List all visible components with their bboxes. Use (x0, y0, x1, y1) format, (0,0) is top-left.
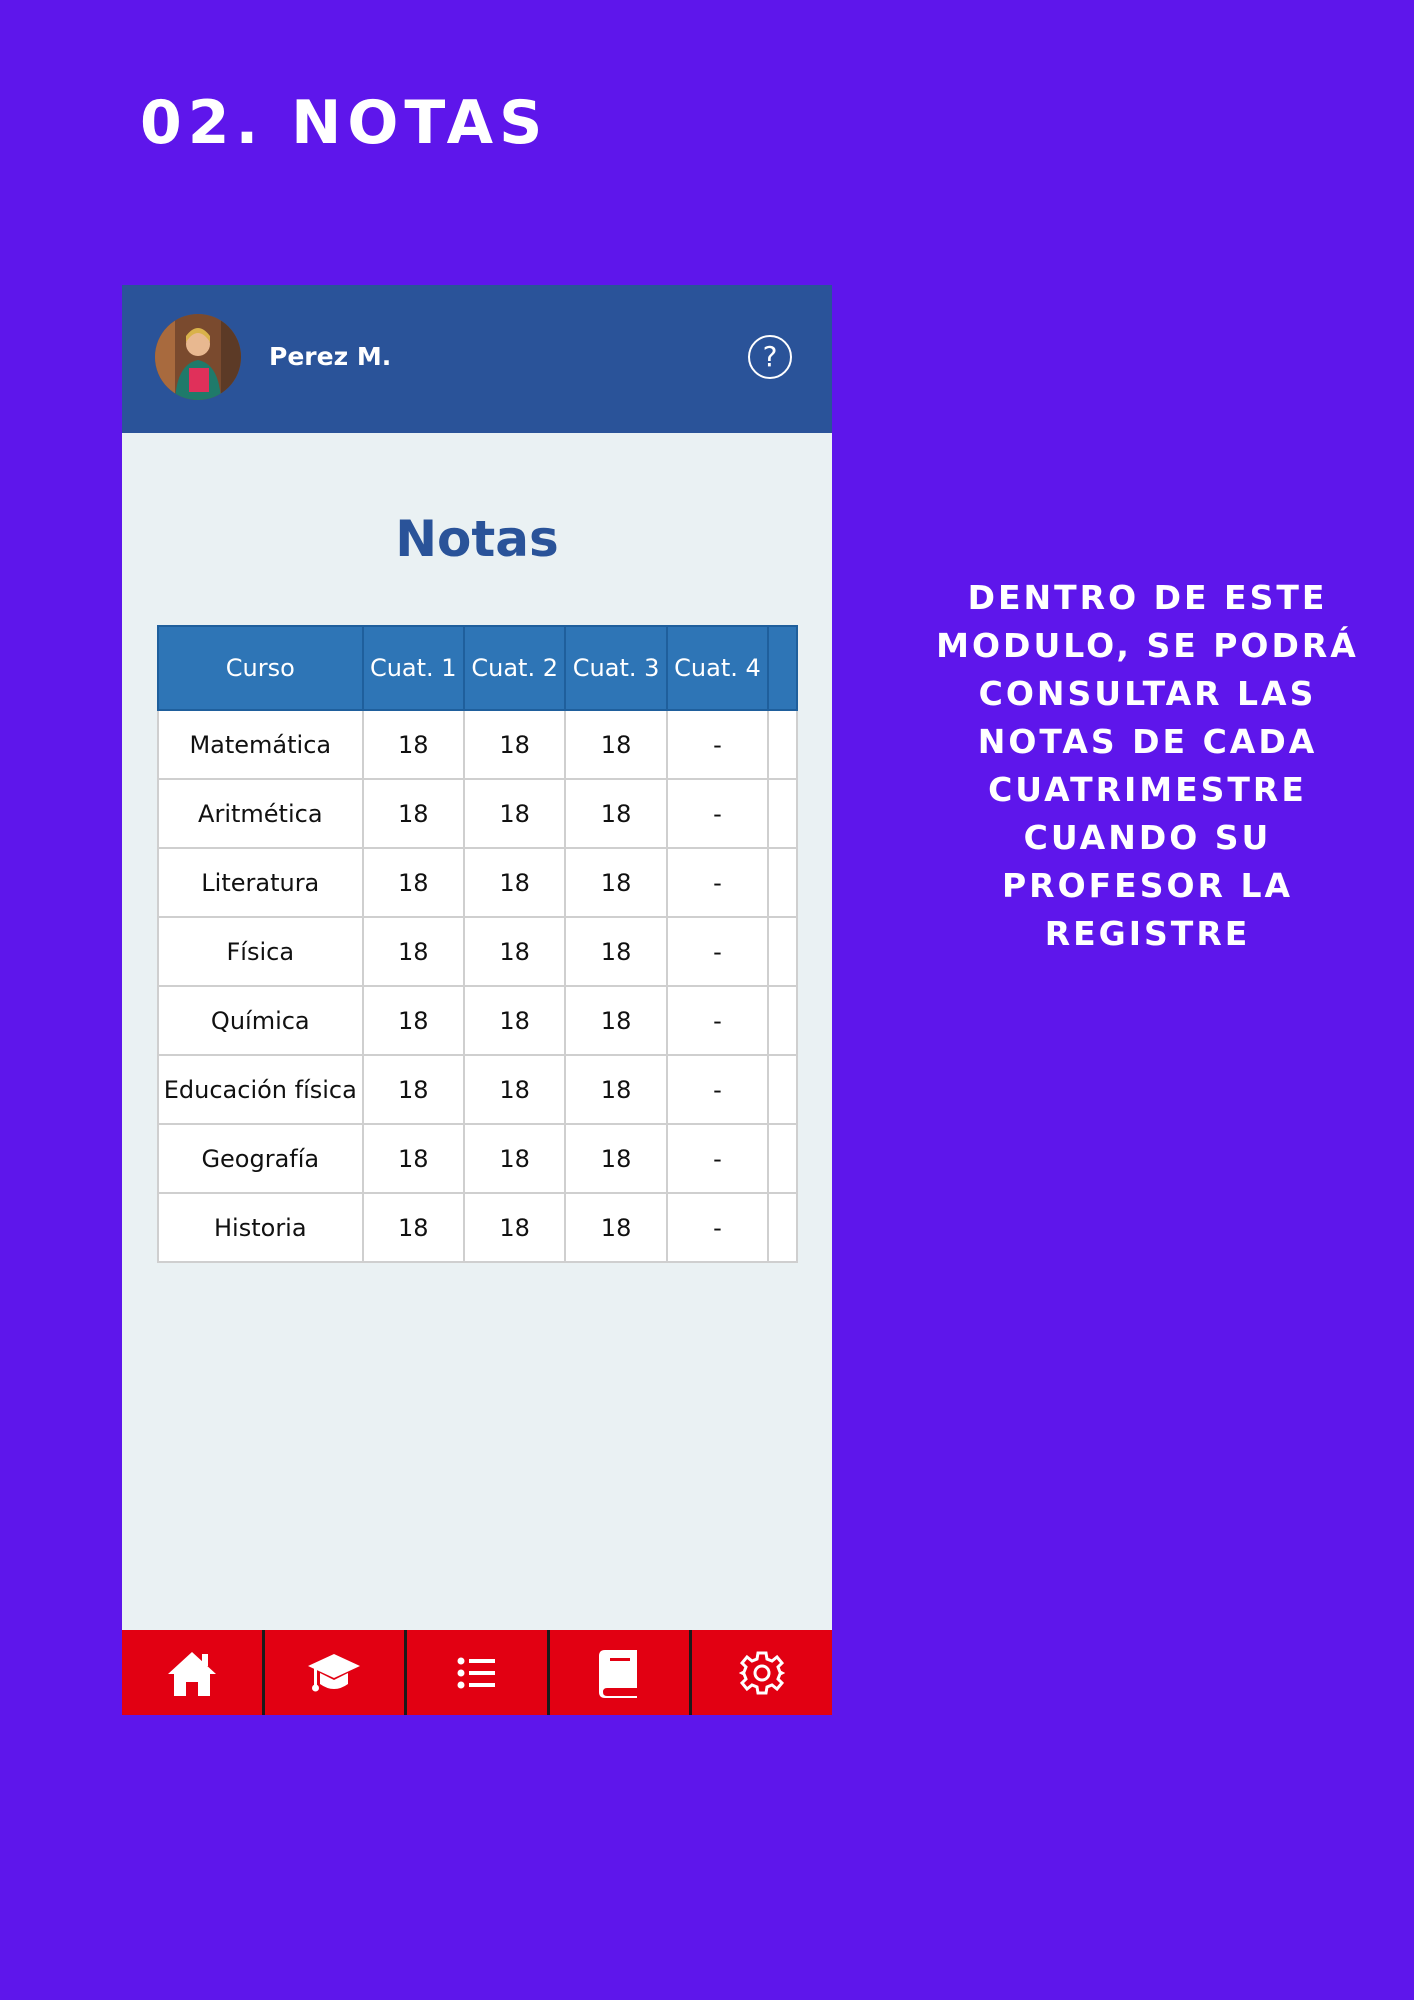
table-row: Física 18 18 18 - (157, 916, 798, 987)
grade-cell: 18 (462, 709, 567, 780)
table-row: Educación física 18 18 18 - (157, 1054, 798, 1125)
grade-cell: 18 (462, 1123, 567, 1194)
overflow-cell (767, 778, 798, 849)
course-cell: Historia (157, 1192, 364, 1263)
course-cell: Física (157, 916, 364, 987)
grade-cell: 18 (462, 916, 567, 987)
help-circle-icon[interactable]: ? (748, 335, 792, 379)
column-header-overflow (767, 625, 798, 711)
table-header-row: Curso Cuat. 1 Cuat. 2 Cuat. 3 Cuat. 4 (157, 625, 798, 711)
nav-home[interactable] (122, 1630, 262, 1715)
grade-cell: 18 (361, 1192, 465, 1263)
list-icon (457, 1657, 495, 1688)
grade-cell: 18 (564, 709, 668, 780)
grade-cell: 18 (361, 778, 465, 849)
overflow-cell (767, 847, 798, 918)
grade-cell: 18 (462, 985, 567, 1056)
overflow-cell (767, 1123, 798, 1194)
grade-cell: 18 (462, 1192, 567, 1263)
nav-courses[interactable] (264, 1630, 405, 1715)
overflow-cell (767, 985, 798, 1056)
page-title: Notas (395, 510, 559, 568)
column-header-q3: Cuat. 3 (564, 625, 668, 711)
grade-cell: - (665, 1054, 770, 1125)
course-cell: Matemática (157, 709, 364, 780)
overflow-cell (767, 709, 798, 780)
phone-screen: Perez M. ? Notas Curso Cuat. 1 Cuat. 2 C… (122, 285, 832, 1715)
avatar-photo (155, 314, 241, 400)
grade-cell: - (665, 778, 770, 849)
column-header-q2: Cuat. 2 (462, 625, 567, 711)
grade-cell: 18 (361, 847, 465, 918)
bottom-nav (122, 1630, 832, 1715)
grade-cell: 18 (361, 1123, 465, 1194)
course-cell: Aritmética (157, 778, 364, 849)
nav-book[interactable] (549, 1630, 690, 1715)
grades-table: Curso Cuat. 1 Cuat. 2 Cuat. 3 Cuat. 4 Ma… (157, 625, 798, 1263)
grade-cell: - (665, 709, 770, 780)
column-header-q4: Cuat. 4 (665, 625, 770, 711)
course-cell: Literatura (157, 847, 364, 918)
table-row: Geografía 18 18 18 - (157, 1123, 798, 1194)
gear-icon (739, 1651, 786, 1694)
column-header-q1: Cuat. 1 (361, 625, 465, 711)
grade-cell: - (665, 985, 770, 1056)
overflow-cell (767, 1054, 798, 1125)
grade-cell: 18 (564, 847, 668, 918)
user-name: Perez M. (269, 342, 392, 371)
course-cell: Geografía (157, 1123, 364, 1194)
grade-cell: - (665, 1192, 770, 1263)
book-icon (598, 1649, 637, 1698)
grade-cell: 18 (564, 1054, 668, 1125)
grade-cell: 18 (564, 916, 668, 987)
course-cell: Educación física (157, 1054, 364, 1125)
grade-cell: 18 (361, 709, 465, 780)
slide-title: 02. NOTAS (140, 88, 549, 158)
graduation-cap-icon (308, 1653, 361, 1691)
table-row: Aritmética 18 18 18 - (157, 778, 798, 849)
app-header: Perez M. ? (122, 285, 832, 433)
table-row: Matemática 18 18 18 - (157, 709, 798, 780)
grade-cell: 18 (462, 778, 567, 849)
grade-cell: 18 (564, 1192, 668, 1263)
nav-settings[interactable] (692, 1630, 832, 1715)
table-row: Química 18 18 18 - (157, 985, 798, 1056)
home-icon (167, 1651, 216, 1696)
course-cell: Química (157, 985, 364, 1056)
grade-cell: 18 (361, 1054, 465, 1125)
grade-cell: 18 (361, 916, 465, 987)
overflow-cell (767, 916, 798, 987)
module-description: DENTRO DE ESTE MODULO, SE PODRÁ CONSULTA… (936, 578, 1359, 953)
grade-cell: - (665, 916, 770, 987)
grades-table-container[interactable]: Curso Cuat. 1 Cuat. 2 Cuat. 3 Cuat. 4 Ma… (157, 625, 798, 1263)
grade-cell: 18 (564, 985, 668, 1056)
grade-cell: 18 (361, 985, 465, 1056)
grade-cell: 18 (462, 847, 567, 918)
grade-cell: - (665, 847, 770, 918)
column-header-course: Curso (157, 625, 364, 711)
grade-cell: - (665, 1123, 770, 1194)
table-row: Literatura 18 18 18 - (157, 847, 798, 918)
nav-list[interactable] (407, 1630, 547, 1715)
grade-cell: 18 (462, 1054, 567, 1125)
grade-cell: 18 (564, 778, 668, 849)
grade-cell: 18 (564, 1123, 668, 1194)
table-row: Historia 18 18 18 - (157, 1192, 798, 1263)
avatar[interactable] (155, 314, 241, 400)
overflow-cell (767, 1192, 798, 1263)
